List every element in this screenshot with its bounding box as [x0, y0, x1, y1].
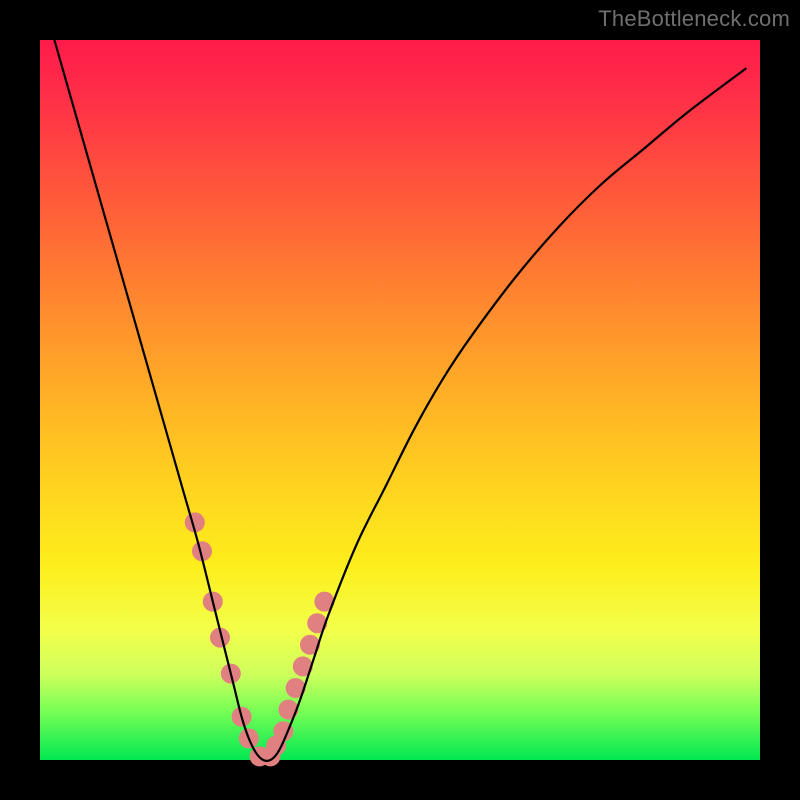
highlight-dot [307, 613, 327, 633]
marker-layer [185, 512, 335, 766]
watermark-text: TheBottleneck.com [598, 6, 790, 32]
bottleneck-curve-path [54, 40, 745, 761]
chart-svg [40, 40, 760, 760]
plot-area [40, 40, 760, 760]
chart-stage: TheBottleneck.com [0, 0, 800, 800]
